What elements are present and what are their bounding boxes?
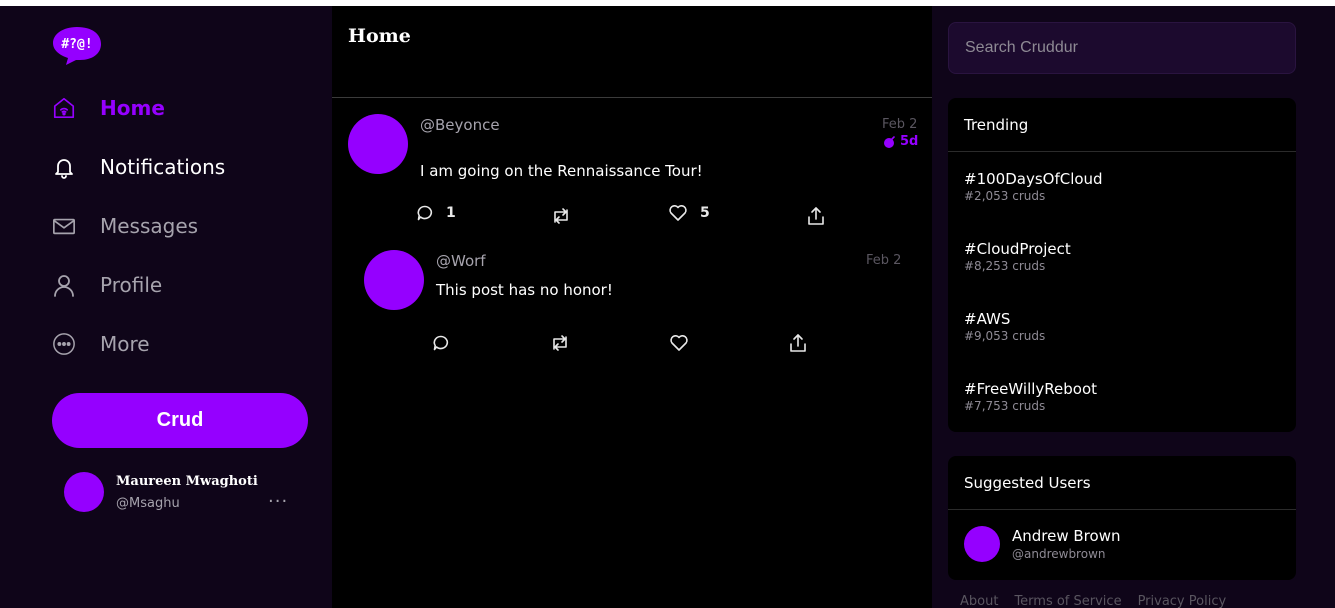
reply-count: 1 bbox=[446, 205, 456, 221]
avatar bbox=[64, 472, 104, 512]
post-text: This post has no honor! bbox=[436, 281, 613, 299]
share-icon bbox=[790, 334, 806, 352]
user-icon bbox=[52, 273, 76, 297]
suggested-user-handle: @andrewbrown bbox=[1012, 547, 1106, 561]
reply-button[interactable]: 1 bbox=[416, 204, 456, 222]
right-sidebar: Trending #100DaysOfCloud #2,053 cruds #C… bbox=[932, 6, 1335, 608]
avatar[interactable] bbox=[348, 114, 408, 174]
footer-terms-link[interactable]: Terms of Service bbox=[1014, 594, 1121, 608]
trend-count: #7,753 cruds bbox=[964, 399, 1046, 413]
suggested-users-box: Suggested Users Andrew Brown @andrewbrow… bbox=[948, 456, 1296, 580]
search-input[interactable] bbox=[948, 22, 1296, 74]
trend-count: #9,053 cruds bbox=[964, 329, 1046, 343]
activity-item[interactable]: @Worf Feb 2 This post has no honor! bbox=[332, 239, 932, 369]
more-icon bbox=[52, 332, 76, 356]
post-date: Feb 2 bbox=[882, 117, 918, 132]
trend-tag: #CloudProject bbox=[964, 240, 1071, 258]
trending-box: Trending #100DaysOfCloud #2,053 cruds #C… bbox=[948, 98, 1296, 432]
suggested-user-name: Andrew Brown bbox=[1012, 527, 1121, 545]
footer-links: About Terms of Service Privacy Policy bbox=[960, 594, 1226, 608]
left-sidebar: #?@! Home Notifications Messages Profile… bbox=[0, 6, 332, 608]
footer-about-link[interactable]: About bbox=[960, 594, 998, 608]
reply-icon bbox=[433, 335, 449, 351]
nav-more[interactable]: More bbox=[52, 324, 150, 364]
current-user-card[interactable]: Maureen Mwaghoti @Msaghu ... bbox=[64, 472, 314, 516]
crud-button[interactable]: Crud bbox=[52, 393, 308, 448]
repost-button[interactable] bbox=[551, 207, 571, 225]
trend-tag: #AWS bbox=[964, 310, 1011, 328]
heart-icon bbox=[669, 205, 687, 221]
avatar[interactable] bbox=[364, 250, 424, 310]
trend-item[interactable]: #FreeWillyReboot #7,753 cruds bbox=[964, 380, 1097, 413]
cruddur-logo[interactable]: #?@! bbox=[52, 26, 102, 66]
footer-privacy-link[interactable]: Privacy Policy bbox=[1138, 594, 1227, 608]
reply-button[interactable] bbox=[432, 334, 450, 352]
nav-profile[interactable]: Profile bbox=[52, 265, 162, 305]
trending-title: Trending bbox=[948, 98, 1296, 152]
post-handle[interactable]: @Beyonce bbox=[420, 116, 500, 134]
trend-count: #8,253 cruds bbox=[964, 259, 1046, 273]
home-feed: Home @Beyonce Feb 2 5d I am going on the… bbox=[332, 6, 932, 608]
repost-button[interactable] bbox=[550, 334, 570, 352]
nav-home[interactable]: Home bbox=[52, 88, 165, 128]
trend-count: #2,053 cruds bbox=[964, 189, 1046, 203]
post-date: Feb 2 bbox=[866, 253, 902, 268]
trend-tag: #100DaysOfCloud bbox=[964, 170, 1103, 188]
post-handle[interactable]: @Worf bbox=[436, 252, 486, 270]
suggested-user[interactable]: Andrew Brown @andrewbrown bbox=[964, 524, 1284, 564]
bomb-icon bbox=[884, 135, 895, 148]
trend-item[interactable]: #CloudProject #8,253 cruds bbox=[964, 240, 1071, 273]
current-user-name: Maureen Mwaghoti bbox=[116, 474, 258, 489]
expires-text: 5d bbox=[900, 134, 919, 149]
logo-text: #?@! bbox=[61, 37, 92, 52]
mail-icon bbox=[52, 214, 76, 238]
suggested-users-title: Suggested Users bbox=[948, 456, 1296, 510]
current-user-handle: @Msaghu bbox=[116, 496, 180, 511]
trend-tag: #FreeWillyReboot bbox=[964, 380, 1098, 398]
nav-more-label: More bbox=[100, 332, 150, 356]
reply-icon bbox=[417, 205, 433, 221]
like-button[interactable]: 5 bbox=[668, 204, 710, 222]
user-menu-button[interactable]: ... bbox=[268, 486, 288, 507]
trend-item[interactable]: #100DaysOfCloud #2,053 cruds bbox=[964, 170, 1103, 203]
bell-icon bbox=[52, 155, 76, 179]
trend-item[interactable]: #AWS #9,053 cruds bbox=[964, 310, 1045, 343]
page-title: Home bbox=[348, 25, 411, 47]
repost-icon bbox=[553, 335, 567, 351]
share-icon bbox=[808, 207, 824, 225]
like-button[interactable] bbox=[669, 334, 689, 352]
nav-notifications-label: Notifications bbox=[100, 155, 226, 179]
avatar bbox=[964, 526, 1000, 562]
feed-header: Home bbox=[332, 6, 932, 98]
like-count: 5 bbox=[700, 205, 710, 221]
nav-profile-label: Profile bbox=[100, 273, 163, 297]
activity-item[interactable]: @Beyonce Feb 2 5d I am going on the Renn… bbox=[332, 99, 932, 239]
post-text: I am going on the Rennaissance Tour! bbox=[420, 162, 703, 180]
expires-badge: 5d bbox=[883, 134, 918, 149]
share-button[interactable] bbox=[806, 206, 826, 226]
nav-messages[interactable]: Messages bbox=[52, 206, 198, 246]
nav-home-label: Home bbox=[100, 96, 165, 120]
home-icon bbox=[52, 96, 76, 120]
repost-icon bbox=[554, 208, 568, 224]
share-button[interactable] bbox=[788, 333, 808, 353]
heart-icon bbox=[670, 335, 688, 351]
nav-notifications[interactable]: Notifications bbox=[52, 147, 225, 187]
nav-messages-label: Messages bbox=[100, 214, 199, 238]
